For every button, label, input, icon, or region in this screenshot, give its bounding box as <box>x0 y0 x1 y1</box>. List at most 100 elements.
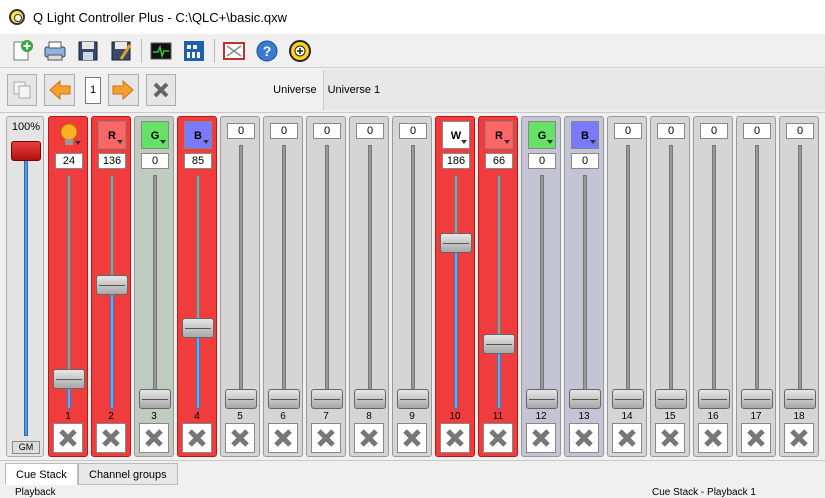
reset-page-button[interactable] <box>145 74 177 106</box>
channel-color-icon[interactable]: R <box>98 121 126 149</box>
reset-channel-button[interactable] <box>612 423 642 453</box>
channel-color-icon[interactable]: 0 <box>657 123 685 139</box>
channel-strip: B 85 4 <box>177 116 217 457</box>
monitor-icon[interactable] <box>148 38 174 64</box>
fader-handle[interactable] <box>483 333 515 354</box>
fader-handle[interactable] <box>397 389 429 409</box>
channel-color-icon[interactable]: 0 <box>743 123 771 139</box>
reset-channel-button[interactable] <box>397 423 427 453</box>
fader-handle[interactable] <box>268 389 300 409</box>
channel-strip: 06 <box>263 116 303 457</box>
reset-channel-button[interactable] <box>139 423 169 453</box>
channel-color-icon[interactable]: G <box>141 121 169 149</box>
channel-color-icon[interactable]: 0 <box>313 123 341 139</box>
grand-master-button[interactable]: GM <box>12 441 40 454</box>
page-number[interactable]: 1 <box>84 76 102 104</box>
fader-handle[interactable] <box>440 232 472 253</box>
tab-cue-stack[interactable]: Cue Stack <box>5 463 78 485</box>
channel-value[interactable]: 85 <box>184 153 212 169</box>
channel-number: 17 <box>750 411 762 422</box>
channel-number: 14 <box>621 411 633 422</box>
close-icon <box>403 429 421 447</box>
channel-value[interactable]: 0 <box>528 153 556 169</box>
address-tool-icon[interactable] <box>181 38 207 64</box>
channel-strip: 0 18 <box>779 116 819 457</box>
channel-color-icon[interactable]: 0 <box>786 123 814 139</box>
fader-handle[interactable] <box>698 389 730 409</box>
reset-channel-button[interactable] <box>96 423 126 453</box>
channel-color-icon[interactable]: W <box>442 121 470 149</box>
reset-channel-button[interactable] <box>182 423 212 453</box>
simple-desk-faders: 100% GM 24 1 R 136 2 G 0 3 B 85 4 0 5 0 6 0 7 0 8 0 9 W 186 10 R… <box>0 112 825 460</box>
reset-channel-button[interactable] <box>53 423 83 453</box>
reset-channel-button[interactable] <box>569 423 599 453</box>
open-icon[interactable] <box>42 38 68 64</box>
reset-channel-button[interactable] <box>741 423 771 453</box>
channel-strip: 0 17 <box>736 116 776 457</box>
fader-handle[interactable] <box>612 389 644 409</box>
save-icon[interactable] <box>75 38 101 64</box>
channel-value[interactable]: 186 <box>442 153 470 169</box>
toolbar-separator <box>214 38 215 63</box>
fader-handle[interactable] <box>569 389 601 409</box>
channel-color-icon[interactable]: B <box>571 121 599 149</box>
universe-selector[interactable]: Universe 1 <box>322 70 825 110</box>
channel-value[interactable]: 66 <box>485 153 513 169</box>
channel-value[interactable]: 0 <box>571 153 599 169</box>
channel-color-icon[interactable]: 0 <box>700 123 728 139</box>
bulb-icon[interactable] <box>55 121 83 149</box>
copy-page-button[interactable] <box>7 74 38 106</box>
reset-channel-button[interactable] <box>784 423 814 453</box>
reset-channel-button[interactable] <box>655 423 685 453</box>
reset-channel-button[interactable] <box>440 423 470 453</box>
close-icon <box>188 429 206 447</box>
channel-number: 9 <box>409 411 415 422</box>
fader-handle[interactable] <box>784 389 816 409</box>
reset-channel-button[interactable] <box>225 423 255 453</box>
fullscreen-icon[interactable] <box>221 38 247 64</box>
fader-handle[interactable] <box>96 274 128 295</box>
channel-strip: 07 <box>306 116 346 457</box>
channel-value[interactable]: 136 <box>98 153 126 169</box>
channel-color-icon[interactable]: 0 <box>270 123 298 139</box>
about-icon[interactable] <box>287 38 313 64</box>
channel-color-icon[interactable]: 0 <box>399 123 427 139</box>
grand-master-handle[interactable] <box>11 141 41 161</box>
help-icon[interactable]: ? <box>254 38 280 64</box>
channel-color-icon[interactable]: R <box>485 121 513 149</box>
channel-color-icon[interactable]: G <box>528 121 556 149</box>
channel-number: 2 <box>108 411 114 422</box>
channel-color-icon[interactable]: 0 <box>356 123 384 139</box>
reset-channel-button[interactable] <box>311 423 341 453</box>
save-as-icon[interactable] <box>108 38 134 64</box>
channel-number: 1 <box>65 411 71 422</box>
fader-handle[interactable] <box>53 368 85 389</box>
reset-channel-button[interactable] <box>354 423 384 453</box>
channel-value[interactable]: 24 <box>55 153 83 169</box>
channel-color-icon[interactable]: 0 <box>227 123 255 139</box>
fader-handle[interactable] <box>655 389 687 409</box>
new-icon[interactable] <box>9 38 35 64</box>
channel-icon-label: 0 <box>280 125 288 137</box>
fader-handle[interactable] <box>526 389 558 409</box>
channel-icon-label: 0 <box>753 125 761 137</box>
tab-channel-groups[interactable]: Channel groups <box>78 463 178 485</box>
previous-page-button[interactable] <box>44 74 75 106</box>
fader-handle[interactable] <box>354 389 386 409</box>
fader-handle[interactable] <box>311 389 343 409</box>
reset-channel-button[interactable] <box>268 423 298 453</box>
reset-channel-button[interactable] <box>526 423 556 453</box>
reset-channel-button[interactable] <box>698 423 728 453</box>
channel-color-icon[interactable]: B <box>184 121 212 149</box>
fader-handle[interactable] <box>182 317 214 338</box>
channel-value[interactable]: 0 <box>141 153 169 169</box>
fader-handle[interactable] <box>741 389 773 409</box>
next-page-button[interactable] <box>108 74 139 106</box>
channel-number: 15 <box>664 411 676 422</box>
close-icon <box>59 429 77 447</box>
fader-fill <box>110 284 114 409</box>
fader-handle[interactable] <box>139 389 171 409</box>
reset-channel-button[interactable] <box>483 423 513 453</box>
fader-handle[interactable] <box>225 389 257 409</box>
channel-color-icon[interactable]: 0 <box>614 123 642 139</box>
